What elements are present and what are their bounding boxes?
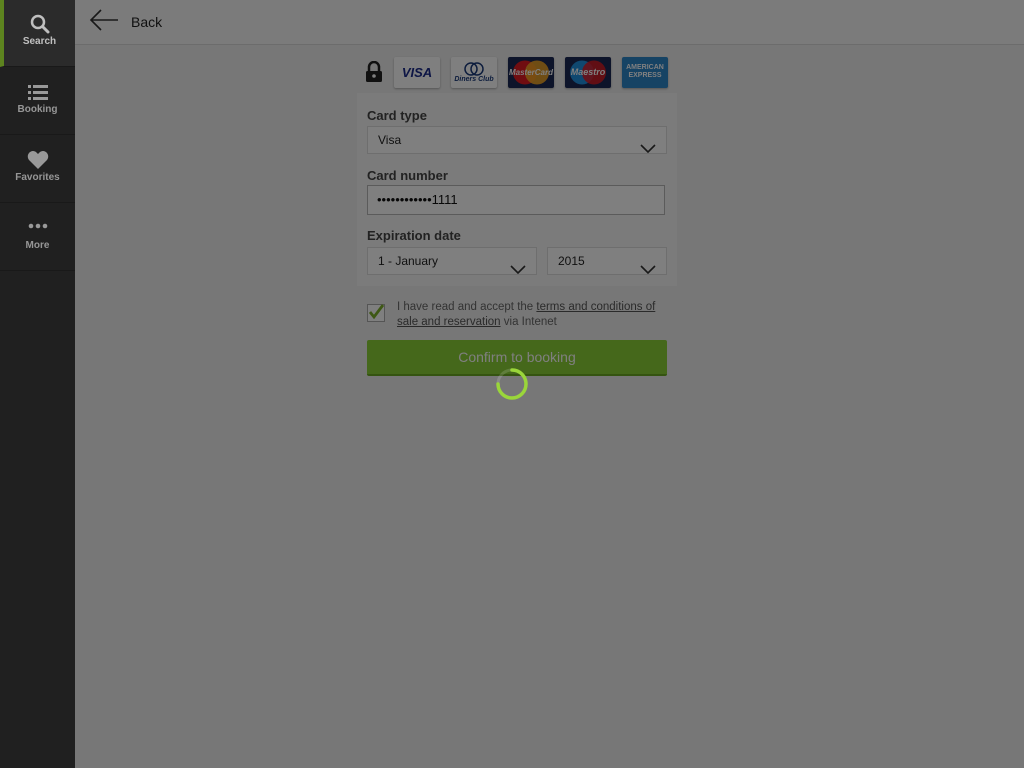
loading-overlay [75,0,1024,768]
sidebar-dim-overlay [0,0,75,768]
loading-spinner-icon [494,366,530,402]
